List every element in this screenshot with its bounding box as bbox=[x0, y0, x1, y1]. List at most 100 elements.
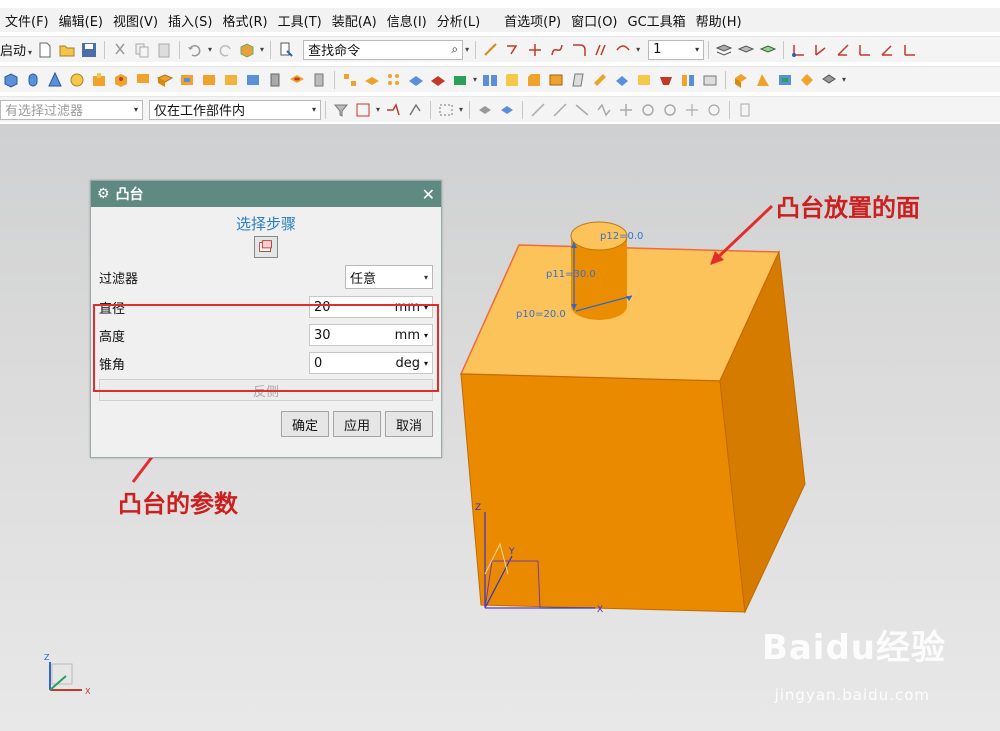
book-icon[interactable] bbox=[481, 71, 499, 89]
patch-icon[interactable] bbox=[776, 71, 794, 89]
draft-icon[interactable] bbox=[569, 71, 587, 89]
undo-icon[interactable] bbox=[186, 41, 204, 59]
gear-icon[interactable]: ⚙ bbox=[97, 186, 110, 202]
menu-format[interactable]: 格式(R) bbox=[217, 11, 272, 30]
menu-file[interactable]: 文件(F) bbox=[0, 11, 54, 30]
unite-icon[interactable] bbox=[407, 71, 425, 89]
wcs-orient-icon[interactable] bbox=[856, 41, 874, 59]
ok-button[interactable]: 确定 bbox=[280, 411, 329, 437]
snap-midpoint-icon[interactable] bbox=[551, 101, 569, 119]
select-feature-icon[interactable] bbox=[406, 101, 424, 119]
new-file-icon[interactable] bbox=[36, 41, 54, 59]
menu-window[interactable]: 窗口(O) bbox=[566, 11, 622, 30]
type-filter-dropdown[interactable]: 有选择过滤器 ▾ bbox=[0, 99, 143, 120]
snap-intersection-icon[interactable] bbox=[595, 101, 613, 119]
dialog-title-bar[interactable]: ⚙ 凸台 ✕ bbox=[91, 181, 441, 207]
groove-icon[interactable] bbox=[200, 71, 218, 89]
nx5-feature-icon[interactable] bbox=[134, 71, 152, 89]
edge-blend-icon[interactable] bbox=[503, 71, 521, 89]
mirror-feature-icon[interactable] bbox=[363, 71, 381, 89]
taper-angle-input[interactable]: 0 deg ▾ bbox=[309, 352, 433, 374]
menu-analysis[interactable]: 分析(L) bbox=[432, 11, 485, 30]
wcs-icon[interactable] bbox=[790, 41, 808, 59]
surface-icon[interactable] bbox=[732, 71, 750, 89]
menu-view[interactable]: 视图(V) bbox=[108, 11, 163, 30]
menu-gc-toolkit[interactable]: GC工具箱 bbox=[623, 11, 691, 30]
emboss-icon[interactable] bbox=[244, 71, 262, 89]
paste-icon[interactable] bbox=[155, 41, 173, 59]
save-icon[interactable] bbox=[80, 41, 98, 59]
menu-information[interactable]: 信息(I) bbox=[382, 11, 432, 30]
snap-options-icon[interactable] bbox=[736, 101, 754, 119]
height-unit[interactable]: mm bbox=[395, 328, 420, 343]
threaded-hole-icon[interactable] bbox=[310, 71, 328, 89]
extrude-icon[interactable] bbox=[2, 71, 20, 89]
pad-icon[interactable] bbox=[156, 71, 174, 89]
hole-icon[interactable] bbox=[288, 71, 306, 89]
offset-face-icon[interactable] bbox=[635, 71, 653, 89]
snap-point-on-curve-icon[interactable] bbox=[683, 101, 701, 119]
diameter-unit[interactable]: mm bbox=[395, 300, 420, 315]
menu-insert[interactable]: 插入(S) bbox=[163, 11, 217, 30]
chamfer-icon[interactable] bbox=[525, 71, 543, 89]
layer-settings-icon[interactable] bbox=[737, 41, 755, 59]
apply-button[interactable]: 应用 bbox=[332, 411, 381, 437]
curve-tool-icon[interactable] bbox=[504, 41, 522, 59]
trim-body-icon[interactable] bbox=[591, 71, 609, 89]
snap-bounded-grid-icon[interactable] bbox=[705, 101, 723, 119]
fillet-curve-icon[interactable] bbox=[570, 41, 588, 59]
select-view-icon[interactable] bbox=[238, 41, 256, 59]
placement-face-step-button[interactable] bbox=[254, 236, 278, 258]
point-tool-icon[interactable] bbox=[526, 41, 544, 59]
slot-icon[interactable] bbox=[178, 71, 196, 89]
wcs-display-icon[interactable] bbox=[900, 41, 918, 59]
block-front-face[interactable] bbox=[460, 373, 746, 613]
move-to-layer-icon[interactable] bbox=[759, 41, 777, 59]
dimension-diameter-label[interactable]: p10=20.0 bbox=[516, 309, 566, 320]
cylinder-icon[interactable] bbox=[24, 71, 42, 89]
split-body-icon[interactable] bbox=[613, 71, 631, 89]
scale-body-icon[interactable] bbox=[657, 71, 675, 89]
boss-icon[interactable] bbox=[90, 71, 108, 89]
thicken-icon[interactable] bbox=[679, 71, 697, 89]
menu-assembly[interactable]: 装配(A) bbox=[327, 11, 382, 30]
offset-curve-icon[interactable] bbox=[592, 41, 610, 59]
dimension-height-label[interactable]: p11=30.0 bbox=[546, 269, 596, 280]
thread-icon[interactable] bbox=[266, 71, 284, 89]
shell-icon[interactable] bbox=[547, 71, 565, 89]
dimension-taper-label[interactable]: p12=0.0 bbox=[600, 231, 643, 242]
cone-icon[interactable] bbox=[46, 71, 64, 89]
taper-angle-unit[interactable]: deg bbox=[395, 356, 420, 371]
spline-tool-icon[interactable] bbox=[548, 41, 566, 59]
cancel-button[interactable]: 取消 bbox=[384, 411, 433, 437]
open-folder-icon[interactable] bbox=[58, 41, 76, 59]
wcs-dynamic-icon[interactable] bbox=[878, 41, 896, 59]
select-box-icon[interactable] bbox=[354, 101, 372, 119]
reverse-side-button[interactable]: 反侧 bbox=[99, 379, 433, 401]
extract-geometry-icon[interactable] bbox=[701, 71, 719, 89]
pattern-feature-icon[interactable] bbox=[341, 71, 359, 89]
height-input[interactable]: 30 mm ▾ bbox=[309, 324, 433, 346]
menu-preferences[interactable]: 首选项(P) bbox=[499, 11, 566, 30]
intersect-icon[interactable] bbox=[451, 71, 469, 89]
component-select-icon[interactable] bbox=[498, 101, 516, 119]
menu-tools[interactable]: 工具(T) bbox=[273, 11, 327, 30]
sphere-icon[interactable] bbox=[68, 71, 86, 89]
layer-icon[interactable] bbox=[715, 41, 733, 59]
sew-icon[interactable] bbox=[798, 71, 816, 89]
pattern-face-icon[interactable] bbox=[385, 71, 403, 89]
menu-help[interactable]: 帮助(H) bbox=[691, 11, 747, 30]
selection-filter-icon[interactable] bbox=[332, 101, 350, 119]
subtract-icon[interactable] bbox=[429, 71, 447, 89]
snap-circle-center-icon[interactable] bbox=[639, 101, 657, 119]
diameter-input[interactable]: 20 mm ▾ bbox=[309, 296, 433, 318]
rectangle-select-icon[interactable] bbox=[437, 101, 455, 119]
selection-scope-dropdown[interactable]: 仅在工作部件内 ▾ bbox=[149, 99, 321, 120]
start-menu-button[interactable]: 启动 ▾ bbox=[0, 40, 34, 59]
wcs-rotate-icon[interactable] bbox=[834, 41, 852, 59]
menu-edit[interactable]: 编辑(E) bbox=[54, 11, 108, 30]
snap-quadrant-icon[interactable] bbox=[661, 101, 679, 119]
sketch-tool-icon[interactable] bbox=[482, 41, 500, 59]
redo-icon[interactable] bbox=[216, 41, 234, 59]
wcs-origin-icon[interactable] bbox=[812, 41, 830, 59]
